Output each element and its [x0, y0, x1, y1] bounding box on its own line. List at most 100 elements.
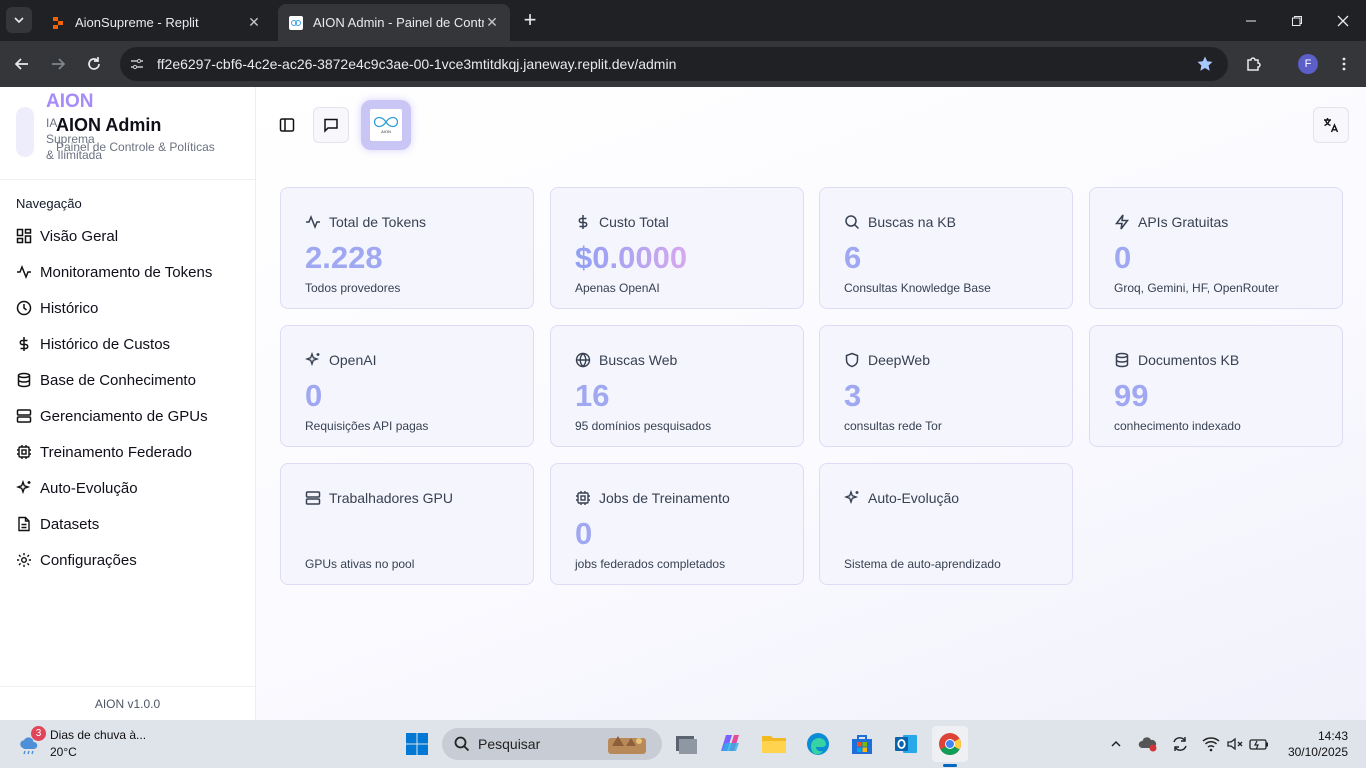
more-vertical-icon — [1342, 57, 1346, 71]
close-icon — [1337, 15, 1349, 26]
taskbar-clock[interactable]: 14:43 30/10/2025 — [1288, 728, 1348, 760]
tab-search-button[interactable] — [6, 7, 32, 33]
toggle-sidebar-button[interactable] — [269, 107, 305, 143]
edge-icon — [807, 733, 829, 755]
sidebar-logo — [16, 107, 34, 157]
active-app-indicator — [943, 764, 957, 767]
taskbar-search[interactable]: Pesquisar — [442, 728, 662, 760]
browser-menu-button[interactable] — [1330, 50, 1358, 78]
card-title: Buscas na KB — [868, 214, 956, 230]
start-button[interactable] — [399, 726, 435, 762]
cpu-icon — [17, 445, 31, 459]
brand-name: AION — [46, 91, 94, 112]
sidebar-item-gpus[interactable]: Gerenciamento de GPUs — [16, 401, 240, 431]
minimize-button[interactable] — [1228, 0, 1274, 41]
site-info-icon[interactable] — [120, 56, 154, 72]
grid-icon — [16, 228, 32, 244]
sidebar-item-configuracoes[interactable]: Configurações — [16, 545, 240, 575]
show-hidden-icons-button[interactable] — [1106, 734, 1126, 754]
card-description: Apenas OpenAI — [575, 281, 660, 295]
forward-button[interactable] — [44, 50, 72, 78]
chevron-up-icon — [1111, 740, 1121, 747]
tab-aionsupreme-replit[interactable]: AionSupreme - Replit ✕ — [40, 4, 272, 41]
sidebar-item-conhecimento[interactable]: Base de Conhecimento — [16, 365, 240, 395]
stat-card-buscas-web: Buscas Web 16 95 domínios pesquisados — [550, 325, 804, 447]
sidebar-item-datasets[interactable]: Datasets — [16, 509, 240, 539]
tab-title: AION Admin - Painel de Controle — [313, 15, 484, 30]
sidebar-item-label: Configurações — [40, 551, 137, 569]
sync-tray-icon[interactable] — [1170, 734, 1190, 754]
message-square-icon — [324, 118, 338, 133]
database-icon — [17, 372, 31, 388]
language-button[interactable] — [1313, 107, 1349, 143]
m365-copilot-button[interactable] — [712, 726, 748, 762]
card-header: Trabalhadores GPU — [305, 490, 453, 506]
file-explorer-button[interactable] — [756, 726, 792, 762]
chevron-down-icon — [14, 17, 24, 24]
database-icon — [1115, 352, 1129, 368]
card-description: Sistema de auto-aprendizado — [844, 557, 1001, 571]
close-tab-icon[interactable]: ✕ — [246, 14, 262, 31]
sidebar-item-treinamento[interactable]: Treinamento Federado — [16, 437, 240, 467]
sidebar-item-custos[interactable]: Histórico de Custos — [16, 329, 240, 359]
card-header: DeepWeb — [844, 352, 930, 368]
edge-button[interactable] — [800, 726, 836, 762]
card-value: 3 — [844, 378, 862, 413]
new-tab-button[interactable]: + — [518, 9, 542, 33]
sidebar-toggle-icon — [279, 118, 295, 132]
sparkles-icon — [305, 352, 320, 367]
sidebar-item-visao-geral[interactable]: Visão Geral — [16, 221, 240, 251]
extensions-button[interactable] — [1240, 50, 1268, 78]
sidebar-item-label: Visão Geral — [40, 227, 119, 245]
restore-button[interactable] — [1274, 0, 1320, 41]
onedrive-tray-icon[interactable] — [1138, 734, 1158, 754]
chat-button[interactable] — [313, 107, 349, 143]
minimize-icon — [1246, 20, 1256, 21]
chrome-button[interactable] — [932, 726, 968, 762]
sidebar-item-auto-evolucao[interactable]: Auto-Evolução — [16, 473, 240, 503]
card-value: 2.228 — [305, 240, 383, 275]
address-bar[interactable]: ff2e6297-cbf6-4c2e-ac26-3872e4c9c3ae-00-… — [120, 47, 1228, 81]
version-label: AION v1.0.0 — [0, 686, 255, 720]
sidebar-item-tokens[interactable]: Monitoramento de Tokens — [16, 257, 240, 287]
aion-favicon-icon — [288, 15, 304, 31]
aion-logo: AION — [370, 109, 402, 141]
task-view-icon — [676, 736, 697, 754]
file-icon — [18, 516, 30, 532]
ms-store-button[interactable] — [844, 726, 880, 762]
close-tab-icon[interactable]: ✕ — [484, 14, 500, 31]
card-header: OpenAI — [305, 352, 376, 368]
task-view-button[interactable] — [668, 726, 704, 762]
card-title: Buscas Web — [599, 352, 678, 368]
close-window-button[interactable] — [1320, 0, 1366, 41]
arrow-right-icon — [52, 58, 66, 70]
sidebar-item-label: Treinamento Federado — [40, 443, 193, 461]
profile-button[interactable]: F — [1294, 50, 1322, 78]
windows-logo-icon — [406, 733, 428, 755]
nav-section-label: Navegação — [16, 196, 82, 211]
card-header: Auto-Evolução — [844, 490, 959, 506]
card-description: Groq, Gemini, HF, OpenRouter — [1114, 281, 1279, 295]
clock-time: 14:43 — [1317, 729, 1348, 743]
back-button[interactable] — [8, 50, 36, 78]
tab-aion-admin[interactable]: AION Admin - Painel de Controle ✕ — [278, 4, 510, 41]
battery-tray-icon[interactable] — [1249, 734, 1269, 754]
battery-icon — [1249, 739, 1268, 750]
reload-button[interactable] — [80, 50, 108, 78]
search-placeholder: Pesquisar — [478, 736, 541, 752]
activity-icon — [17, 264, 31, 280]
volume-tray-icon[interactable] — [1225, 734, 1245, 754]
search-icon — [454, 736, 470, 752]
weather-widget[interactable]: 3 Dias de chuva à... 20°C — [18, 726, 168, 762]
aion-logo-button[interactable]: AION — [361, 100, 411, 150]
bookmark-star-icon[interactable] — [1196, 55, 1214, 78]
wifi-tray-icon[interactable] — [1201, 734, 1221, 754]
arrow-left-icon — [14, 58, 28, 70]
card-description: Todos provedores — [305, 281, 401, 295]
logo-text: AION — [381, 129, 391, 134]
sidebar-item-historico[interactable]: Histórico — [16, 293, 240, 323]
main-content: AION Total de Tokens 2.228 Todos provedo… — [256, 87, 1366, 720]
weather-text: Dias de chuva à... — [50, 728, 147, 742]
outlook-button[interactable] — [888, 726, 924, 762]
stat-card-auto-evolucao: Auto-Evolução Sistema de auto-aprendizad… — [819, 463, 1073, 585]
